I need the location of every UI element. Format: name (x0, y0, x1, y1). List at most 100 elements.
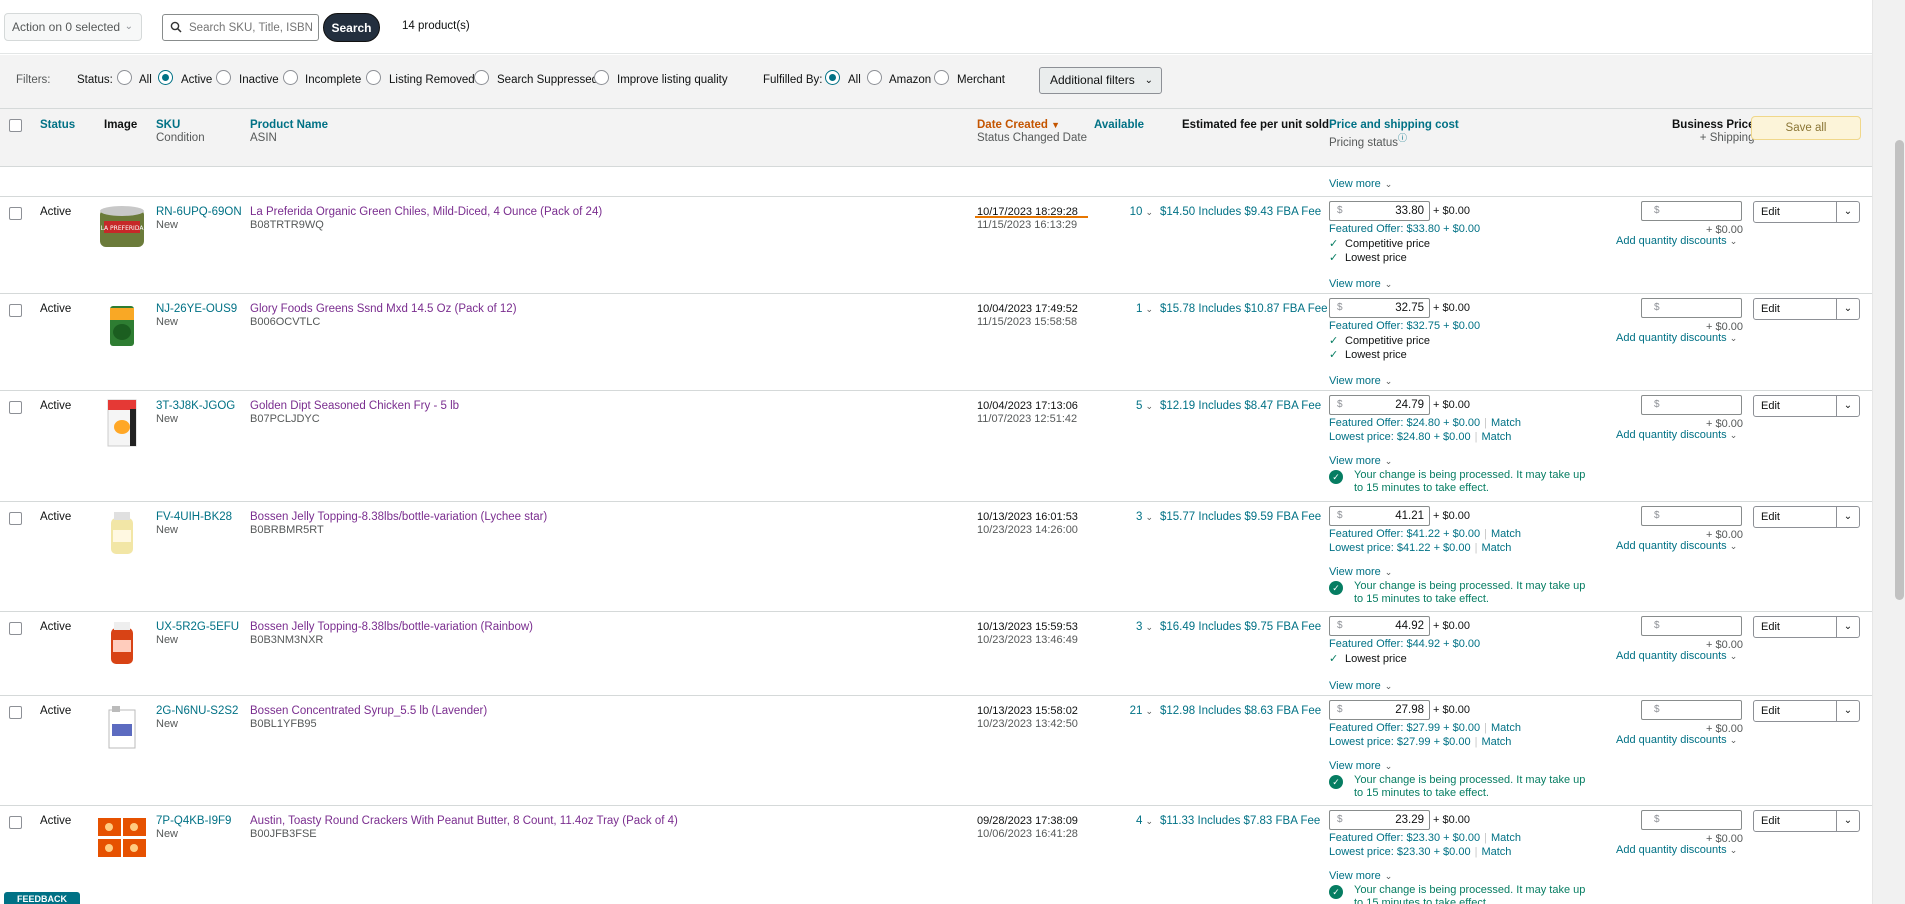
chevron-down-icon[interactable]: ⌄ (1836, 299, 1859, 319)
sku-link[interactable]: RN-6UPQ-69ON (156, 206, 242, 218)
product-image[interactable] (96, 508, 148, 558)
view-more-link[interactable]: View more ⌄ (1329, 178, 1392, 190)
product-name-link[interactable]: La Preferida Organic Green Chiles, Mild-… (250, 206, 602, 218)
price-input[interactable]: $27.98 (1329, 700, 1430, 720)
match-lowest-link[interactable]: Match (1481, 736, 1511, 748)
match-lowest-link[interactable]: Match (1481, 542, 1511, 554)
product-name-link[interactable]: Glory Foods Greens Ssnd Mxd 14.5 Oz (Pac… (250, 303, 517, 315)
match-featured-link[interactable]: Match (1491, 528, 1521, 540)
sku-link[interactable]: 7P-Q4KB-I9F9 (156, 815, 231, 827)
chevron-down-icon[interactable]: ⌄ (1836, 811, 1859, 831)
available-quantity[interactable]: 21 ⌄ (1109, 705, 1153, 717)
product-image[interactable] (96, 812, 148, 862)
bulk-action-dropdown[interactable]: Action on 0 selected ⌄ (4, 13, 142, 41)
status-radio-search-suppressed[interactable] (474, 70, 489, 85)
available-quantity[interactable]: 10 ⌄ (1109, 206, 1153, 218)
view-more-link[interactable]: View more ⌄ (1329, 680, 1392, 692)
business-price-input[interactable]: $ (1641, 506, 1742, 526)
estimated-fee-link[interactable]: $15.78 Includes $10.87 FBA Fee (1160, 303, 1328, 315)
fulfilled-option-merchant[interactable]: Merchant (957, 74, 1005, 86)
select-all-checkbox[interactable] (9, 119, 22, 132)
row-checkbox[interactable] (9, 512, 22, 525)
sku-link[interactable]: 3T-3J8K-JGOG (156, 400, 235, 412)
add-quantity-discounts-link[interactable]: Add quantity discounts ⌄ (1616, 429, 1737, 441)
available-quantity[interactable]: 4 ⌄ (1109, 815, 1153, 827)
estimated-fee-link[interactable]: $12.19 Includes $8.47 FBA Fee (1160, 400, 1321, 412)
column-available[interactable]: Available (1094, 119, 1144, 132)
row-checkbox[interactable] (9, 207, 22, 220)
column-product-name[interactable]: Product Name ASIN (250, 119, 328, 145)
business-price-input[interactable]: $ (1641, 395, 1742, 415)
estimated-fee-link[interactable]: $14.50 Includes $9.43 FBA Fee (1160, 206, 1321, 218)
edit-button[interactable]: Edit ⌄ (1753, 616, 1860, 638)
fulfilled-option-amazon[interactable]: Amazon (889, 74, 931, 86)
view-more-link[interactable]: View more ⌄ (1329, 566, 1392, 578)
match-featured-link[interactable]: Match (1491, 417, 1521, 429)
row-checkbox[interactable] (9, 401, 22, 414)
chevron-down-icon[interactable]: ⌄ (1836, 701, 1859, 721)
product-image[interactable] (96, 702, 148, 752)
match-lowest-link[interactable]: Match (1481, 431, 1511, 443)
view-more-link[interactable]: View more ⌄ (1329, 375, 1392, 387)
price-input[interactable]: $44.92 (1329, 616, 1430, 636)
row-checkbox[interactable] (9, 816, 22, 829)
vertical-scrollbar[interactable] (1872, 0, 1905, 904)
edit-button[interactable]: Edit ⌄ (1753, 506, 1860, 528)
product-image[interactable] (96, 300, 148, 350)
product-image[interactable] (96, 397, 148, 447)
estimated-fee-link[interactable]: $16.49 Includes $9.75 FBA Fee (1160, 621, 1321, 633)
product-name-link[interactable]: Bossen Concentrated Syrup_5.5 lb (Lavend… (250, 705, 487, 717)
price-input[interactable]: $41.21 (1329, 506, 1430, 526)
status-radio-listing-removed[interactable] (366, 70, 381, 85)
product-name-link[interactable]: Austin, Toasty Round Crackers With Peanu… (250, 815, 678, 827)
add-quantity-discounts-link[interactable]: Add quantity discounts ⌄ (1616, 650, 1737, 662)
fulfilled-radio-all[interactable] (825, 70, 840, 85)
business-price-input[interactable]: $ (1641, 810, 1742, 830)
available-quantity[interactable]: 5 ⌄ (1109, 400, 1153, 412)
column-sku[interactable]: SKU Condition (156, 119, 205, 145)
match-featured-link[interactable]: Match (1491, 832, 1521, 844)
view-more-link[interactable]: View more ⌄ (1329, 870, 1392, 882)
estimated-fee-link[interactable]: $11.33 Includes $7.83 FBA Fee (1160, 815, 1320, 827)
view-more-link[interactable]: View more ⌄ (1329, 760, 1392, 772)
sku-link[interactable]: UX-5R2G-5EFU (156, 621, 239, 633)
status-option-search-suppressed[interactable]: Search Suppressed (497, 74, 598, 86)
add-quantity-discounts-link[interactable]: Add quantity discounts ⌄ (1616, 332, 1737, 344)
status-radio-incomplete[interactable] (283, 70, 298, 85)
business-price-input[interactable]: $ (1641, 201, 1742, 221)
row-checkbox[interactable] (9, 622, 22, 635)
price-input[interactable]: $23.29 (1329, 810, 1430, 830)
status-radio-improve-quality[interactable] (594, 70, 609, 85)
status-option-inactive[interactable]: Inactive (239, 74, 279, 86)
price-input[interactable]: $33.80 (1329, 201, 1430, 221)
search-input[interactable] (189, 18, 317, 38)
sku-link[interactable]: FV-4UIH-BK28 (156, 511, 232, 523)
business-price-input[interactable]: $ (1641, 616, 1742, 636)
estimated-fee-link[interactable]: $15.77 Includes $9.59 FBA Fee (1160, 511, 1321, 523)
available-quantity[interactable]: 3 ⌄ (1109, 511, 1153, 523)
sku-link[interactable]: 2G-N6NU-S2S2 (156, 705, 238, 717)
available-quantity[interactable]: 3 ⌄ (1109, 621, 1153, 633)
search-field[interactable] (162, 14, 319, 41)
status-option-incomplete[interactable]: Incomplete (305, 74, 361, 86)
edit-button[interactable]: Edit ⌄ (1753, 298, 1860, 320)
edit-button[interactable]: Edit ⌄ (1753, 395, 1860, 417)
product-name-link[interactable]: Golden Dipt Seasoned Chicken Fry - 5 lb (250, 400, 459, 412)
column-date-created[interactable]: Date Created ▼ Status Changed Date (977, 119, 1087, 145)
status-option-improve-quality[interactable]: Improve listing quality (617, 74, 728, 86)
product-name-link[interactable]: Bossen Jelly Topping-8.38lbs/bottle-vari… (250, 511, 547, 523)
edit-button[interactable]: Edit ⌄ (1753, 810, 1860, 832)
price-input[interactable]: $24.79 (1329, 395, 1430, 415)
view-more-link[interactable]: View more ⌄ (1329, 455, 1392, 467)
chevron-down-icon[interactable]: ⌄ (1836, 202, 1859, 222)
view-more-link[interactable]: View more ⌄ (1329, 278, 1392, 290)
chevron-down-icon[interactable]: ⌄ (1836, 507, 1859, 527)
fulfilled-radio-merchant[interactable] (934, 70, 949, 85)
business-price-input[interactable]: $ (1641, 298, 1742, 318)
save-all-button[interactable]: Save all (1751, 116, 1861, 140)
status-option-all[interactable]: All (139, 74, 152, 86)
column-status[interactable]: Status (40, 119, 75, 132)
product-name-link[interactable]: Bossen Jelly Topping-8.38lbs/bottle-vari… (250, 621, 533, 633)
chevron-down-icon[interactable]: ⌄ (1836, 617, 1859, 637)
product-image[interactable]: LA PREFERIDA (96, 203, 148, 253)
